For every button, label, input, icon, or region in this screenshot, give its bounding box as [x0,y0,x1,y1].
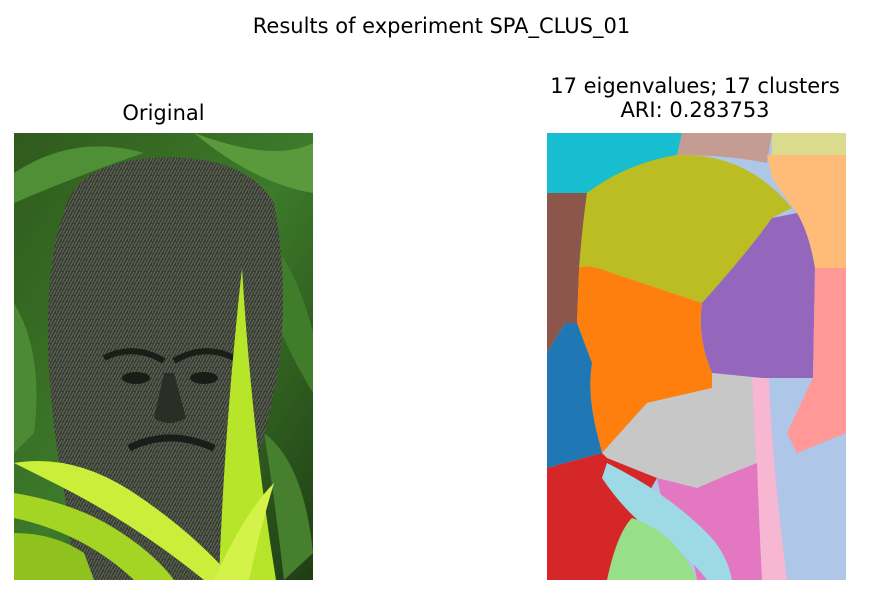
segmentation-panel-title: 17 eigenvalues; 17 clusters ARI: 0.28375… [500,74,883,122]
figure-title: Results of experiment SPA_CLUS_01 [252,14,631,38]
segmentation-title-line1: 17 eigenvalues; 17 clusters [550,74,840,98]
segmentation-image [547,133,846,580]
original-image [14,133,313,580]
original-panel-title: Original [122,101,205,125]
segmentation-title-line2: ARI: 0.283753 [620,98,770,122]
